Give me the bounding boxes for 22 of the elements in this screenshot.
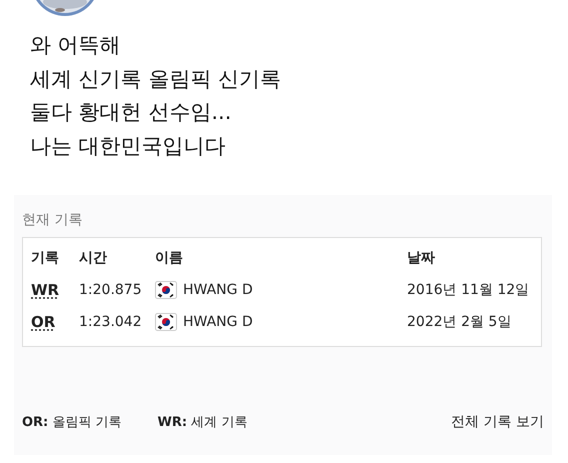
flag-icon bbox=[155, 281, 177, 299]
record-type: OR bbox=[30, 313, 56, 331]
athlete-name: HWANG D bbox=[183, 282, 253, 298]
post-text: 둘다 황대헌 선수임... bbox=[30, 99, 232, 126]
flag-icon bbox=[155, 313, 177, 331]
post-text: 와 어뜩해 bbox=[30, 32, 122, 59]
time-cell-text: 1:20.875 bbox=[79, 282, 143, 298]
record-type: WR bbox=[30, 281, 60, 299]
post-text: 세계 신기록 올림픽 신기록 bbox=[30, 66, 282, 92]
column-header: 기록 bbox=[30, 249, 60, 267]
column-header: 이름 bbox=[155, 249, 184, 267]
column-header: 날짜 bbox=[407, 249, 436, 267]
date-cell-text: 2016년 11월 12일 bbox=[407, 281, 530, 299]
legend-text: OR: 올림픽 기록 bbox=[22, 414, 122, 431]
section-title: 현재 기록 bbox=[22, 211, 84, 229]
time-cell-text: 1:23.042 bbox=[79, 314, 143, 330]
column-header: 시간 bbox=[79, 249, 108, 267]
legend-text: WR: 세계 기록 bbox=[158, 414, 248, 431]
all-records-link[interactable]: 전체 기록 보기 bbox=[451, 413, 544, 431]
date-cell-text: 2022년 2월 5일 bbox=[407, 313, 512, 331]
post-text: 나는 대한민국입니다 bbox=[30, 132, 227, 160]
athlete-name: HWANG D bbox=[183, 314, 253, 330]
